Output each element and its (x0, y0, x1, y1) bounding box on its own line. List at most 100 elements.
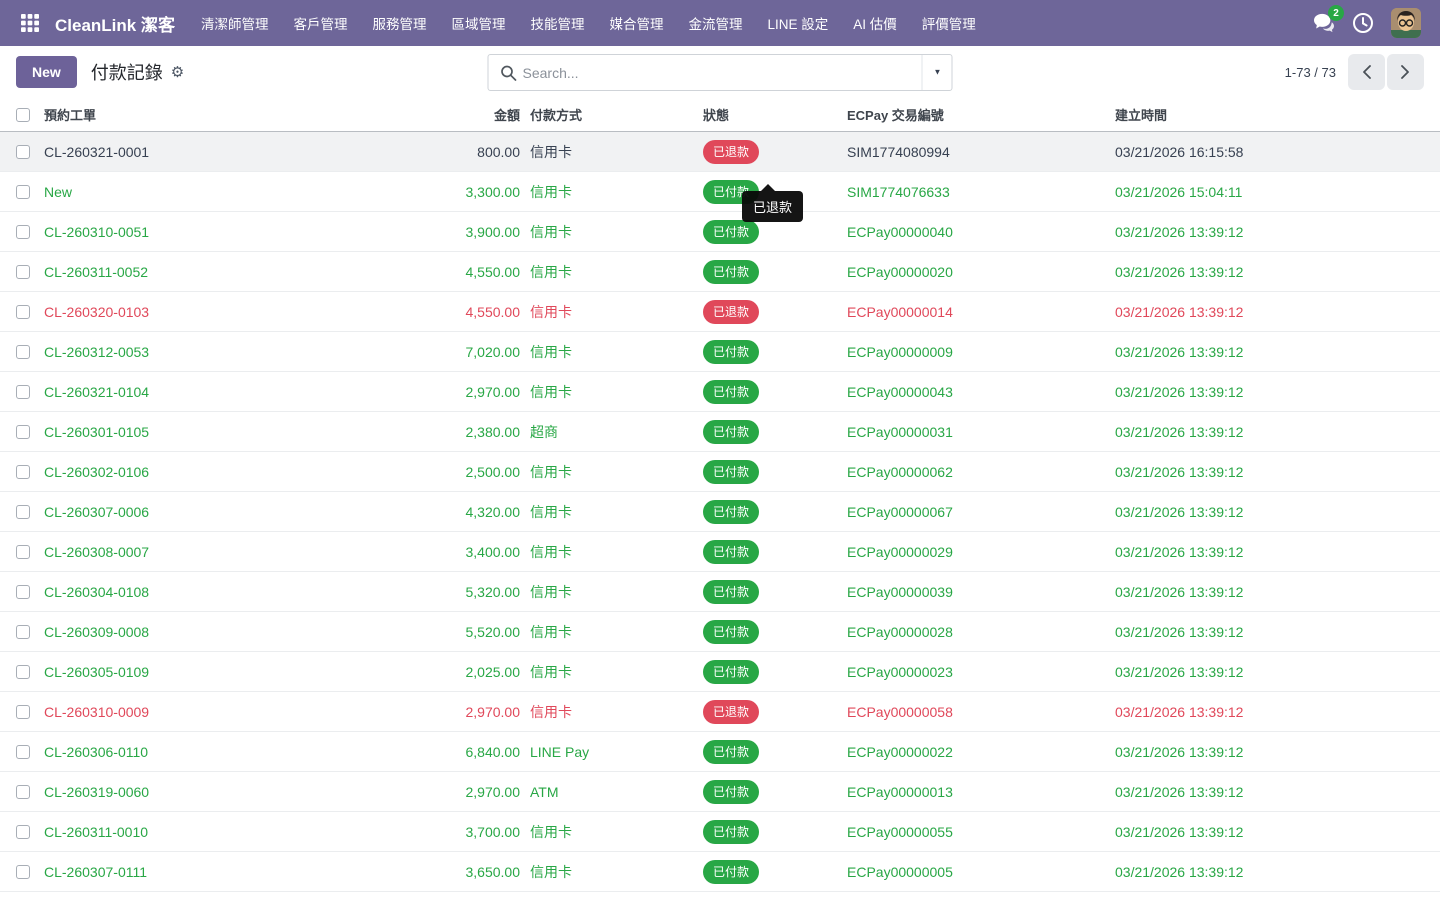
row-checkbox[interactable] (16, 305, 30, 319)
navbar-menu-item[interactable]: 技能管理 (520, 7, 594, 39)
row-checkbox[interactable] (16, 265, 30, 279)
table-row[interactable]: CL-260304-01085,320.00信用卡已付款ECPay0000003… (0, 572, 1440, 612)
payment-method: 信用卡 (520, 542, 693, 562)
created-datetime: 03/21/2026 13:39:12 (1115, 784, 1440, 800)
column-header-status[interactable]: 狀態 (693, 105, 847, 124)
pager-count: 1-73 / 73 (1285, 65, 1336, 80)
status-badge: 已付款 (703, 660, 759, 684)
amount: 3,400.00 (440, 544, 520, 560)
search-input[interactable] (523, 65, 922, 81)
amount: 2,970.00 (440, 784, 520, 800)
amount: 4,550.00 (440, 304, 520, 320)
table-row[interactable]: CL-260305-01092,025.00信用卡已付款ECPay0000002… (0, 652, 1440, 692)
navbar-menu-item[interactable]: 服務管理 (362, 7, 436, 39)
table-row[interactable]: CL-260310-00513,900.00信用卡已付款ECPay0000004… (0, 212, 1440, 252)
order-ref: CL-260302-0106 (44, 464, 440, 480)
column-header-created[interactable]: 建立時間 (1115, 105, 1440, 124)
row-checkbox[interactable] (16, 465, 30, 479)
table-row[interactable]: CL-260311-00524,550.00信用卡已付款ECPay0000002… (0, 252, 1440, 292)
table-row[interactable]: CL-260308-00073,400.00信用卡已付款ECPay0000002… (0, 532, 1440, 572)
navbar-menu-item[interactable]: 客戶管理 (283, 7, 357, 39)
row-checkbox[interactable] (16, 545, 30, 559)
row-checkbox[interactable] (16, 345, 30, 359)
row-checkbox[interactable] (16, 865, 30, 879)
navbar-menu-item[interactable]: 清潔師管理 (191, 7, 279, 39)
column-header-order-ref[interactable]: 預約工單 (44, 105, 440, 124)
ecpay-transaction-id: ECPay00000040 (847, 224, 1115, 240)
gear-icon[interactable]: ⚙ (171, 65, 184, 80)
table-row[interactable]: CL-260321-0001800.00信用卡已退款SIM17740809940… (0, 132, 1440, 172)
select-all-checkbox[interactable] (16, 108, 30, 122)
navbar-menu-item[interactable]: LINE 設定 (757, 7, 838, 39)
row-checkbox[interactable] (16, 705, 30, 719)
navbar-menu-item[interactable]: 媒合管理 (599, 7, 673, 39)
pager-buttons (1348, 54, 1424, 90)
created-datetime: 03/21/2026 13:39:12 (1115, 424, 1440, 440)
row-checkbox[interactable] (16, 145, 30, 159)
new-button[interactable]: New (16, 56, 77, 88)
table-row[interactable]: CL-260319-00602,970.00ATM已付款ECPay0000001… (0, 772, 1440, 812)
navbar-menu-item[interactable]: 金流管理 (678, 7, 752, 39)
order-ref: CL-260321-0001 (44, 144, 440, 160)
messages-icon[interactable]: 2 (1313, 13, 1335, 33)
table-row[interactable]: CL-260302-01062,500.00信用卡已付款ECPay0000006… (0, 452, 1440, 492)
column-header-method[interactable]: 付款方式 (520, 105, 693, 124)
column-header-amount[interactable]: 金額 (440, 105, 520, 124)
row-checkbox[interactable] (16, 585, 30, 599)
row-checkbox[interactable] (16, 825, 30, 839)
table-row[interactable]: CL-260311-00103,700.00信用卡已付款ECPay0000005… (0, 812, 1440, 852)
ecpay-transaction-id: ECPay00000020 (847, 264, 1115, 280)
amount: 4,550.00 (440, 264, 520, 280)
amount: 2,025.00 (440, 664, 520, 680)
created-datetime: 03/21/2026 13:39:12 (1115, 224, 1440, 240)
created-datetime: 03/21/2026 13:39:12 (1115, 344, 1440, 360)
row-checkbox[interactable] (16, 425, 30, 439)
column-header-ecpay-id[interactable]: ECPay 交易編號 (847, 105, 1115, 124)
table-row[interactable]: CL-260310-00092,970.00信用卡已退款ECPay0000005… (0, 692, 1440, 732)
status-tooltip: 已退款 (742, 191, 803, 222)
pager-previous-button[interactable] (1348, 54, 1385, 90)
table-row[interactable]: CL-260321-01042,970.00信用卡已付款ECPay0000004… (0, 372, 1440, 412)
row-checkbox[interactable] (16, 225, 30, 239)
payment-method: 信用卡 (520, 822, 693, 842)
table-row[interactable]: CL-260309-00085,520.00信用卡已付款ECPay0000002… (0, 612, 1440, 652)
status-badge: 已付款 (703, 780, 759, 804)
navbar-menu-item[interactable]: 區域管理 (441, 7, 515, 39)
created-datetime: 03/21/2026 13:39:12 (1115, 624, 1440, 640)
row-checkbox[interactable] (16, 185, 30, 199)
apps-grid-icon[interactable] (15, 8, 45, 38)
navbar-menu: 清潔師管理客戶管理服務管理區域管理技能管理媒合管理金流管理LINE 設定AI 估… (191, 7, 986, 39)
row-checkbox[interactable] (16, 385, 30, 399)
amount: 3,650.00 (440, 864, 520, 880)
row-checkbox[interactable] (16, 665, 30, 679)
navbar-menu-item[interactable]: AI 估價 (843, 7, 907, 39)
navbar-right: 2 (1313, 8, 1425, 38)
row-checkbox[interactable] (16, 785, 30, 799)
order-ref: CL-260301-0105 (44, 424, 440, 440)
created-datetime: 03/21/2026 13:39:12 (1115, 464, 1440, 480)
ecpay-transaction-id: ECPay00000023 (847, 664, 1115, 680)
table-row[interactable]: CL-260306-01106,840.00LINE Pay已付款ECPay00… (0, 732, 1440, 772)
pager: 1-73 / 73 (1285, 54, 1424, 90)
navbar-menu-item[interactable]: 評價管理 (912, 7, 986, 39)
table-row[interactable]: CL-260307-01113,650.00信用卡已付款ECPay0000000… (0, 852, 1440, 892)
row-checkbox[interactable] (16, 505, 30, 519)
payment-method: 信用卡 (520, 222, 693, 242)
table-row[interactable]: New3,300.00信用卡已付款SIM177407663303/21/2026… (0, 172, 1440, 212)
table-row[interactable]: CL-260320-01034,550.00信用卡已退款ECPay0000001… (0, 292, 1440, 332)
pager-next-button[interactable] (1387, 54, 1424, 90)
ecpay-transaction-id: ECPay00000029 (847, 544, 1115, 560)
table-row[interactable]: CL-260301-01052,380.00超商已付款ECPay00000031… (0, 412, 1440, 452)
table-row[interactable]: CL-260307-00064,320.00信用卡已付款ECPay0000006… (0, 492, 1440, 532)
table-header-row: 預約工單 金額 付款方式 狀態 ECPay 交易編號 建立時間 (0, 98, 1440, 132)
row-checkbox[interactable] (16, 745, 30, 759)
status-badge: 已付款 (703, 260, 759, 284)
user-avatar[interactable] (1391, 8, 1421, 38)
ecpay-transaction-id: SIM1774076633 (847, 184, 1115, 200)
search-dropdown-toggle[interactable]: ▼ (922, 55, 952, 90)
created-datetime: 03/21/2026 13:39:12 (1115, 584, 1440, 600)
table-row[interactable]: CL-260312-00537,020.00信用卡已付款ECPay0000000… (0, 332, 1440, 372)
brand-title[interactable]: CleanLink 潔客 (55, 11, 175, 36)
activities-clock-icon[interactable] (1352, 12, 1374, 34)
row-checkbox[interactable] (16, 625, 30, 639)
